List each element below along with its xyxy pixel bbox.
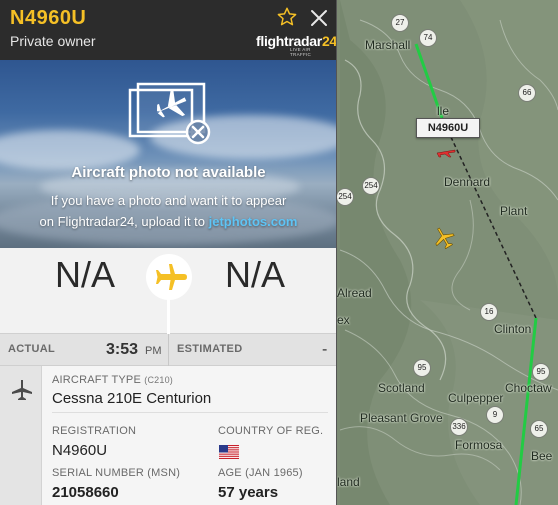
aircraft-type: Cessna 210E Centurion [52,390,212,407]
aircraft-info-panel: N4960U Private owner flightradar24 LIVE … [0,0,337,505]
actual-ampm: PM [145,345,162,357]
route-shield: 254 [362,177,380,195]
place-label: Culpepper [448,391,504,405]
owner-label: Private owner [10,33,96,49]
divider [168,334,169,366]
route-shield: 66 [518,84,536,102]
route-shield: 16 [480,303,498,321]
airplane-icon [156,264,187,290]
jetphotos-link[interactable]: jetphotos.com [209,214,298,229]
serial-label: SERIAL NUMBER (MSN) [52,467,181,479]
callsign: N4960U [10,7,87,29]
destination-airport[interactable]: N/A [200,254,310,296]
route-shield: 336 [450,418,468,436]
flightradar-logo: flightradar24 LIVE AIR TRAFFIC [256,33,336,57]
route-shield: 254 [336,188,354,206]
actual-label: ACTUAL [8,343,56,355]
serial-number: 21058660 [52,484,119,501]
aircraft-info-icon [12,380,32,400]
route-shield: 27 [391,14,409,32]
place-label: Bee [531,449,553,463]
place-label: land [337,475,360,489]
airplane-badge [146,254,192,300]
star-icon[interactable] [276,6,298,28]
registration: N4960U [52,442,108,459]
place-label: Alread [337,286,372,300]
photo-unavailable-title: Aircraft photo not available [71,164,266,181]
place-label: Scotland [378,381,425,395]
place-label: Marshall [365,38,411,52]
aircraft-type-label-text: AIRCRAFT TYPE [52,374,141,386]
place-label: Dennard [444,175,491,189]
place-label: Pleasant Grove [360,411,443,425]
place-label: Clinton [494,322,532,336]
actual-time: 3:53 [106,341,139,358]
photo-message-line2: on Flightradar24, upload it to jetphotos… [0,214,336,229]
route-shield: 95 [532,363,550,381]
place-label: Choctaw [505,381,552,395]
route-shield: 9 [486,406,504,424]
aircraft-type-code: (C210) [144,375,173,385]
place-label: ex [337,313,350,327]
route-shield: 95 [413,359,431,377]
photo-message-line1: If you have a photo and want it to appea… [50,193,287,208]
aircraft-photo-area: Aircraft photo not available If you have… [0,60,336,248]
selected-aircraft-icon[interactable] [436,144,456,160]
place-label: lle [437,104,450,118]
route-shield: 65 [530,420,548,438]
registration-label: REGISTRATION [52,425,137,437]
place-label: Formosa [455,438,503,452]
logo-tagline: LIVE AIR TRAFFIC [290,47,312,57]
aircraft-age: 57 years [218,484,279,501]
flight-tag-label[interactable]: N4960U [416,118,480,138]
photo-message-text: on Flightradar24, upload it to [39,214,206,229]
aircraft-type-label: AIRCRAFT TYPE (C210) [52,374,173,386]
aircraft-icon[interactable] [432,226,456,250]
us-flag-icon [219,445,239,459]
panel-header: N4960U Private owner flightradar24 LIVE … [0,0,336,60]
aircraft-details: AIRCRAFT TYPE (C210) Cessna 210E Centuri… [0,366,336,505]
details-separator [52,412,328,413]
estimated-value: - [322,341,328,358]
age-label: AGE (JAN 1965) [218,467,303,479]
photo-missing-icon [128,82,211,145]
flightradar-window: N4960U 27 74 66 254 254 16 95 95 9 336 6… [0,0,558,505]
country-label: COUNTRY OF REG. [218,425,324,437]
route-section: N/A N/A [0,248,336,352]
estimated-label: ESTIMATED [177,343,243,355]
time-bar: ACTUAL 3:53 PM ESTIMATED - [0,334,336,366]
route-shield: 74 [419,29,437,47]
place-label: Plant [500,204,528,218]
origin-airport[interactable]: N/A [30,254,140,296]
details-sidebar [0,366,42,505]
close-icon[interactable] [309,8,329,28]
